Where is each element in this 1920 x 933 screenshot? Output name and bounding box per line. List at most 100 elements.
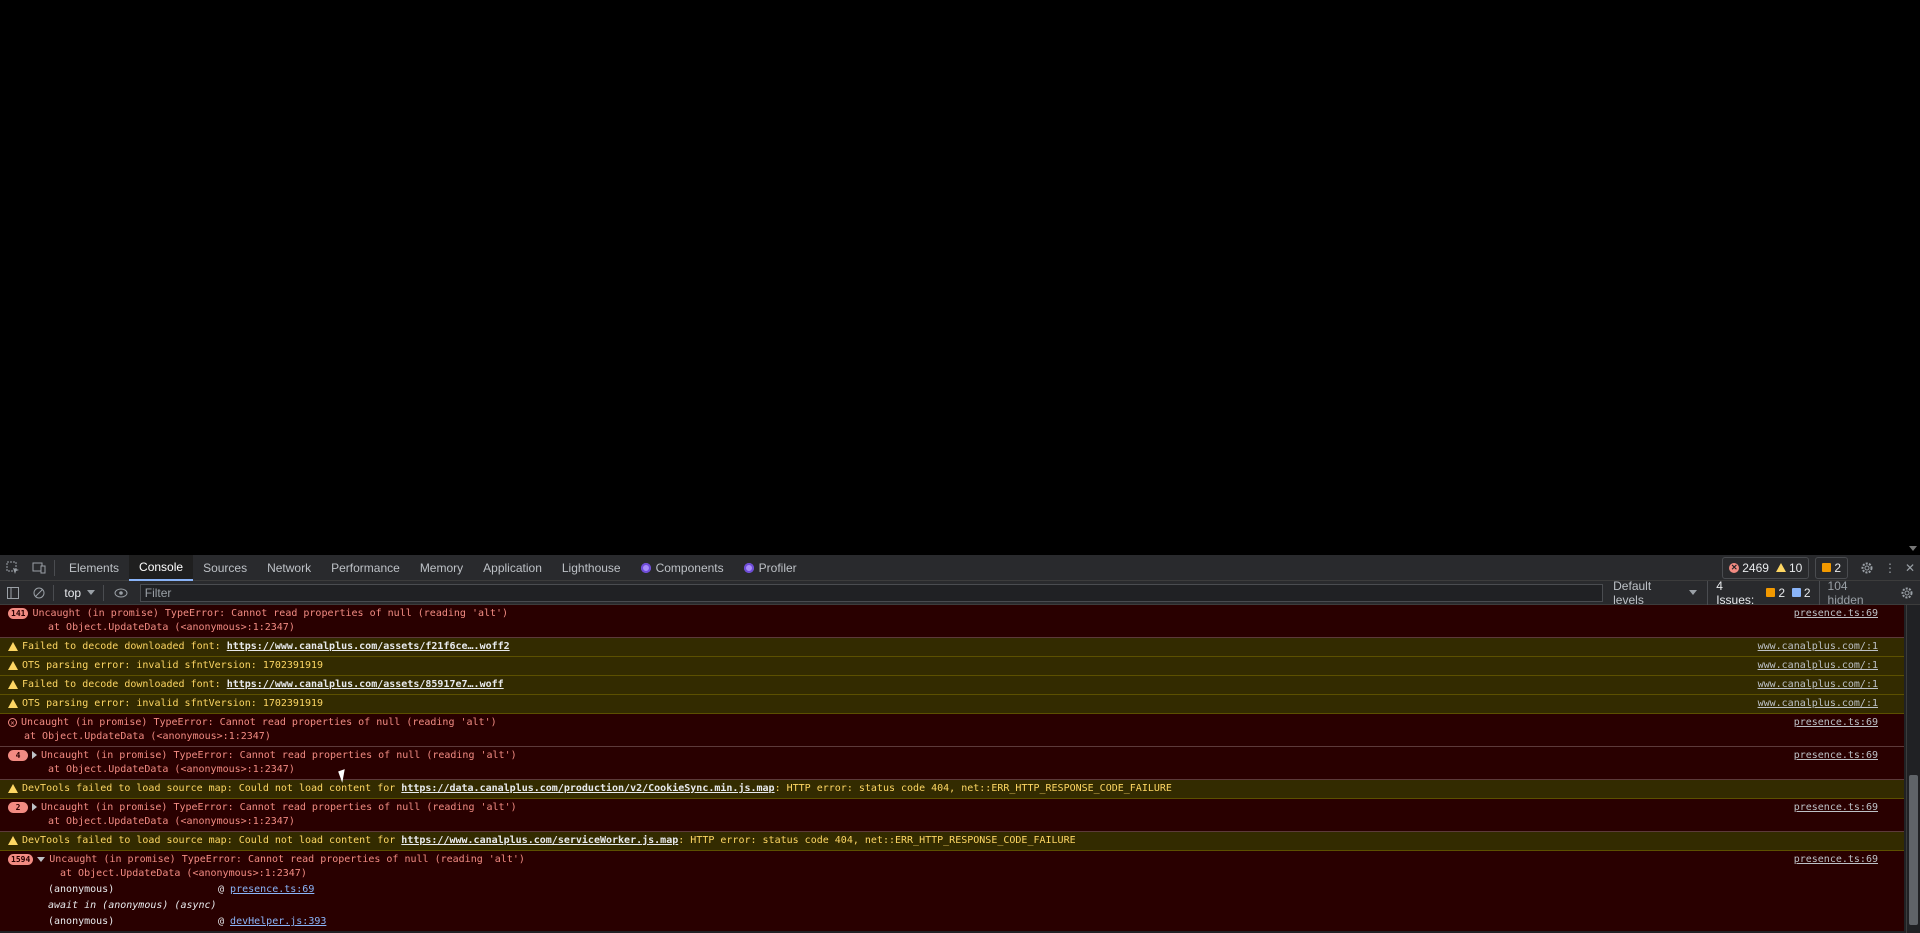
- page-viewport: [0, 0, 1920, 555]
- console-warning-message[interactable]: OTS parsing error: invalid sfntVersion: …: [0, 695, 1904, 714]
- issues-label: 4 Issues:: [1716, 578, 1755, 607]
- source-link[interactable]: presence.ts:69: [1794, 607, 1878, 621]
- issue-icon: [1822, 563, 1832, 572]
- console-error-message[interactable]: 141 Uncaught (in promise) TypeError: Cann…: [0, 605, 1904, 638]
- warning-icon: [8, 641, 18, 651]
- console-warning-message[interactable]: Failed to decode downloaded font: https:…: [0, 676, 1904, 695]
- message-text: DevTools failed to load source map: Coul…: [22, 783, 402, 794]
- tab-network[interactable]: Network: [257, 555, 321, 581]
- warning-count: 10: [1788, 560, 1803, 575]
- tab-label: Components: [655, 560, 724, 575]
- message-link[interactable]: https://data.canalplus.com/production/v2…: [401, 783, 774, 794]
- issue-warning-icon: [1766, 588, 1776, 597]
- repeat-count-badge: 4: [8, 749, 28, 761]
- issues-button[interactable]: 4 Issues: 2 2: [1707, 578, 1820, 607]
- console-error-message[interactable]: ✕ Uncaught (in promise) TypeError: Cannot…: [0, 714, 1904, 747]
- tab-label: Console: [139, 559, 184, 574]
- tab-elements[interactable]: Elements: [59, 555, 129, 581]
- console-warning-message[interactable]: DevTools failed to load source map: Coul…: [0, 832, 1904, 851]
- gear-icon[interactable]: [1854, 555, 1880, 581]
- console-counters[interactable]: ✕ 2469 10: [1722, 556, 1810, 579]
- toolbar-separator: [103, 584, 105, 601]
- close-icon[interactable]: ✕: [1900, 555, 1920, 581]
- tab-memory[interactable]: Memory: [410, 555, 473, 581]
- console-error-message[interactable]: 2 Uncaught (in promise) TypeError: Cannot…: [0, 799, 1904, 832]
- call-stack-frame: await in (anonymous) (async): [8, 899, 1704, 913]
- clear-console-icon[interactable]: [26, 580, 52, 606]
- console-error-message-expanded[interactable]: 1594 Uncaught (in promise) TypeError: Can…: [0, 851, 1904, 931]
- console-toolbar: top Filter Default levels 4 Issues: 2 2 …: [0, 578, 1920, 607]
- source-link[interactable]: www.canalplus.com/:1: [1758, 697, 1878, 711]
- tab-console[interactable]: Console: [129, 554, 194, 581]
- issues-counter[interactable]: 2: [1815, 556, 1848, 579]
- devtools-tabbar: Elements Console Sources Network Performance…: [0, 554, 1920, 581]
- tab-application[interactable]: Application: [473, 555, 552, 581]
- message-text: Uncaught (in promise) TypeError: Cannot …: [41, 802, 517, 813]
- chevron-down-icon: [87, 590, 96, 595]
- message-link[interactable]: https://www.canalplus.com/assets/85917e7…: [227, 679, 504, 690]
- stack-function-name: (anonymous): [48, 916, 115, 927]
- console-warning-message[interactable]: OTS parsing error: invalid sfntVersion: …: [0, 657, 1904, 676]
- tab-label: Elements: [69, 560, 120, 575]
- inspect-element-icon[interactable]: [0, 555, 26, 581]
- source-link[interactable]: www.canalplus.com/:1: [1758, 640, 1878, 654]
- levels-dropdown[interactable]: Default levels: [1603, 579, 1707, 607]
- react-icon: [743, 562, 754, 573]
- console-messages[interactable]: 141 Uncaught (in promise) TypeError: Cann…: [0, 605, 1904, 933]
- console-warning-message[interactable]: Failed to decode downloaded font: https:…: [0, 638, 1904, 657]
- warning-icon: [8, 698, 18, 708]
- warning-icon: [8, 783, 18, 793]
- tab-sources[interactable]: Sources: [193, 555, 257, 581]
- tabbar-right: ✕ 2469 10 2 ⋮ ✕: [1722, 555, 1920, 581]
- context-label: top: [64, 585, 82, 600]
- expand-triangle-icon[interactable]: [32, 803, 37, 811]
- scrollbar-thumb[interactable]: [1909, 775, 1918, 925]
- error-count: 2469: [1742, 560, 1769, 575]
- tab-performance[interactable]: Performance: [321, 555, 410, 581]
- tab-label: Lighthouse: [561, 560, 621, 575]
- message-text: OTS parsing error: invalid sfntVersion: …: [22, 698, 324, 709]
- stack-trace-line: at Object.UpdateData (<anonymous>:1:2347…: [48, 764, 295, 775]
- more-options-icon[interactable]: ⋮: [1880, 555, 1900, 581]
- stack-at-symbol: @: [218, 916, 231, 927]
- message-text: Failed to decode downloaded font:: [22, 679, 227, 690]
- source-link[interactable]: presence.ts:69: [1794, 716, 1878, 730]
- message-link[interactable]: https://www.canalplus.com/serviceWorker.…: [401, 835, 678, 846]
- scroll-down-arrow-icon[interactable]: [1909, 546, 1917, 551]
- eye-icon[interactable]: [108, 580, 134, 606]
- stack-source-link[interactable]: devHelper.js:393: [230, 916, 326, 927]
- tab-label: Network: [267, 560, 312, 575]
- source-link[interactable]: www.canalplus.com/:1: [1758, 678, 1878, 692]
- expand-triangle-icon[interactable]: [32, 751, 37, 759]
- stack-trace-line: at Object.UpdateData (<anonymous>:1:2347…: [24, 731, 271, 742]
- tab-profiler[interactable]: Profiler: [734, 555, 807, 581]
- devtools-panel: Elements Console Sources Network Performance…: [0, 554, 1920, 933]
- repeat-count-badge: 2: [8, 801, 28, 813]
- console-warning-message[interactable]: DevTools failed to load source map: Coul…: [0, 780, 1904, 799]
- console-settings-gear-icon[interactable]: [1894, 580, 1920, 606]
- chevron-down-icon: [1689, 590, 1698, 595]
- message-text: DevTools failed to load source map: Coul…: [22, 835, 402, 846]
- context-selector[interactable]: top: [58, 586, 101, 600]
- toolbar-separator: [53, 584, 55, 601]
- console-scrollbar[interactable]: [1906, 605, 1920, 933]
- source-link[interactable]: presence.ts:69: [1794, 853, 1878, 867]
- filter-input[interactable]: Filter: [139, 583, 1604, 602]
- sidebar-toggle-icon[interactable]: [0, 580, 26, 606]
- stack-source-link[interactable]: presence.ts:69: [230, 884, 314, 895]
- levels-label: Default levels: [1613, 578, 1652, 607]
- tab-lighthouse[interactable]: Lighthouse: [552, 555, 631, 581]
- device-toolbar-icon[interactable]: [26, 555, 52, 581]
- message-text-suffix: : HTTP error: status code 404, net::ERR_…: [774, 783, 1172, 794]
- console-error-message[interactable]: 4 Uncaught (in promise) TypeError: Cannot…: [0, 747, 1904, 780]
- tab-components[interactable]: Components: [631, 555, 734, 581]
- message-text: Uncaught (in promise) TypeError: Cannot …: [49, 854, 525, 865]
- source-link[interactable]: www.canalplus.com/:1: [1758, 659, 1878, 673]
- stack-trace-line: at Object.UpdateData (<anonymous>:1:2347…: [48, 816, 295, 827]
- page-scrollbar[interactable]: [1906, 0, 1920, 555]
- collapse-triangle-icon[interactable]: [37, 856, 46, 862]
- warning-icon: [1775, 563, 1786, 572]
- source-link[interactable]: presence.ts:69: [1794, 749, 1878, 763]
- message-link[interactable]: https://www.canalplus.com/assets/f21f6ce…: [227, 641, 510, 652]
- source-link[interactable]: presence.ts:69: [1794, 801, 1878, 815]
